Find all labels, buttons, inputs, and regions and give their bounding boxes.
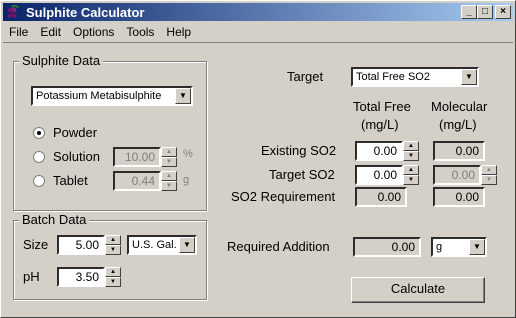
target-select[interactable]: Total Free SO2 ▼ bbox=[351, 67, 479, 87]
chevron-down-icon: ▼ bbox=[469, 239, 485, 255]
minimize-icon: _ bbox=[466, 6, 472, 17]
size-unit-select[interactable]: U.S. Gal. ▼ bbox=[127, 235, 197, 255]
grape-icon bbox=[5, 4, 21, 20]
existing-molecular-field: 0.00 bbox=[433, 141, 485, 161]
requirement-molecular-field: 0.00 bbox=[433, 187, 485, 207]
existing-total-free-field[interactable]: 0.00 bbox=[355, 141, 403, 161]
size-label: Size bbox=[23, 237, 49, 252]
solution-radio[interactable]: Solution bbox=[33, 149, 100, 164]
powder-radio[interactable]: Powder bbox=[33, 125, 97, 140]
batch-data-label: Batch Data bbox=[19, 212, 90, 227]
sulphite-calculator-window: Sulphite Calculator _ □ × File Edit Opti… bbox=[0, 0, 516, 318]
total-free-header: Total Free bbox=[353, 99, 411, 114]
size-field[interactable]: 5.00 bbox=[57, 235, 105, 255]
spin-down-icon[interactable]: ▼ bbox=[161, 181, 177, 191]
menu-tools[interactable]: Tools bbox=[120, 25, 160, 39]
existing-so2-label: Existing SO2 bbox=[261, 143, 337, 158]
ph-spinner[interactable]: ▲ ▼ bbox=[105, 267, 121, 287]
close-icon: × bbox=[500, 6, 506, 17]
client-area: Sulphite Data Potassium Metabisulphite ▼… bbox=[3, 42, 513, 315]
spin-down-icon[interactable]: ▼ bbox=[481, 175, 497, 185]
target-total-free-spinner[interactable]: ▲ ▼ bbox=[403, 165, 419, 185]
menu-file[interactable]: File bbox=[3, 25, 34, 39]
target-total-free-field[interactable]: 0.00 bbox=[355, 165, 403, 185]
spin-up-icon[interactable]: ▲ bbox=[105, 267, 121, 277]
chevron-down-icon: ▼ bbox=[461, 69, 477, 85]
requirement-total-free-field: 0.00 bbox=[355, 187, 407, 207]
total-free-unit: (mg/L) bbox=[361, 117, 399, 132]
spin-down-icon[interactable]: ▼ bbox=[161, 157, 177, 167]
target-molecular-field[interactable]: 0.00 bbox=[433, 165, 481, 185]
menu-edit[interactable]: Edit bbox=[34, 25, 67, 39]
tablet-label: Tablet bbox=[53, 173, 88, 188]
spin-down-icon[interactable]: ▼ bbox=[403, 175, 419, 185]
molecular-unit: (mg/L) bbox=[439, 117, 477, 132]
calculate-button[interactable]: Calculate bbox=[351, 277, 485, 303]
molecular-header: Molecular bbox=[431, 99, 488, 114]
solution-strength-field[interactable]: 10.00 bbox=[113, 147, 161, 167]
target-so2-label: Target SO2 bbox=[269, 167, 335, 182]
powder-label: Powder bbox=[53, 125, 98, 140]
spin-down-icon[interactable]: ▼ bbox=[105, 245, 121, 255]
chevron-down-icon: ▼ bbox=[175, 88, 191, 104]
ph-field[interactable]: 3.50 bbox=[57, 267, 105, 287]
maximize-icon: □ bbox=[481, 6, 489, 17]
so2-requirement-label: SO2 Requirement bbox=[231, 189, 336, 204]
target-molecular-spinner[interactable]: ▲ ▼ bbox=[481, 165, 497, 185]
size-spinner[interactable]: ▲ ▼ bbox=[105, 235, 121, 255]
required-addition-field: 0.00 bbox=[353, 237, 421, 257]
spin-down-icon[interactable]: ▼ bbox=[403, 151, 419, 161]
addition-unit-value: g bbox=[436, 241, 443, 253]
spin-down-icon[interactable]: ▼ bbox=[105, 277, 121, 287]
solution-unit: % bbox=[183, 148, 193, 160]
minimize-button[interactable]: _ bbox=[461, 5, 477, 19]
spin-up-icon[interactable]: ▲ bbox=[403, 165, 419, 175]
close-button[interactable]: × bbox=[495, 5, 511, 19]
solution-strength-spinner[interactable]: ▲ ▼ bbox=[161, 147, 177, 167]
menu-options[interactable]: Options bbox=[67, 25, 120, 39]
solution-label: Solution bbox=[53, 149, 100, 164]
batch-data-group bbox=[13, 220, 207, 300]
tablet-unit: g bbox=[183, 174, 190, 186]
maximize-button[interactable]: □ bbox=[477, 5, 493, 19]
spin-up-icon[interactable]: ▲ bbox=[403, 141, 419, 151]
size-unit-value: U.S. Gal. bbox=[132, 239, 177, 251]
ph-label: pH bbox=[23, 269, 40, 284]
radio-circle bbox=[33, 150, 45, 163]
required-addition-label: Required Addition bbox=[227, 239, 330, 254]
radio-circle bbox=[33, 174, 45, 187]
radio-dot bbox=[37, 130, 41, 135]
spin-up-icon[interactable]: ▲ bbox=[161, 147, 177, 157]
addition-unit-select[interactable]: g ▼ bbox=[431, 237, 487, 257]
sulphite-data-label: Sulphite Data bbox=[19, 53, 104, 68]
target-value: Total Free SO2 bbox=[356, 71, 430, 83]
window-title: Sulphite Calculator bbox=[26, 4, 145, 20]
menu-help[interactable]: Help bbox=[160, 25, 197, 39]
target-label: Target bbox=[287, 69, 324, 84]
title-bar[interactable]: Sulphite Calculator _ □ × bbox=[3, 3, 513, 21]
spin-up-icon[interactable]: ▲ bbox=[105, 235, 121, 245]
tablet-weight-spinner[interactable]: ▲ ▼ bbox=[161, 171, 177, 191]
existing-total-free-spinner[interactable]: ▲ ▼ bbox=[403, 141, 419, 161]
compound-select[interactable]: Potassium Metabisulphite ▼ bbox=[31, 86, 193, 106]
compound-value: Potassium Metabisulphite bbox=[36, 90, 162, 102]
menu-bar: File Edit Options Tools Help bbox=[3, 22, 197, 41]
tablet-radio[interactable]: Tablet bbox=[33, 173, 88, 188]
chevron-down-icon: ▼ bbox=[179, 237, 195, 253]
spin-up-icon[interactable]: ▲ bbox=[161, 171, 177, 181]
radio-circle bbox=[33, 126, 45, 139]
spin-up-icon[interactable]: ▲ bbox=[481, 165, 497, 175]
tablet-weight-field[interactable]: 0.44 bbox=[113, 171, 161, 191]
